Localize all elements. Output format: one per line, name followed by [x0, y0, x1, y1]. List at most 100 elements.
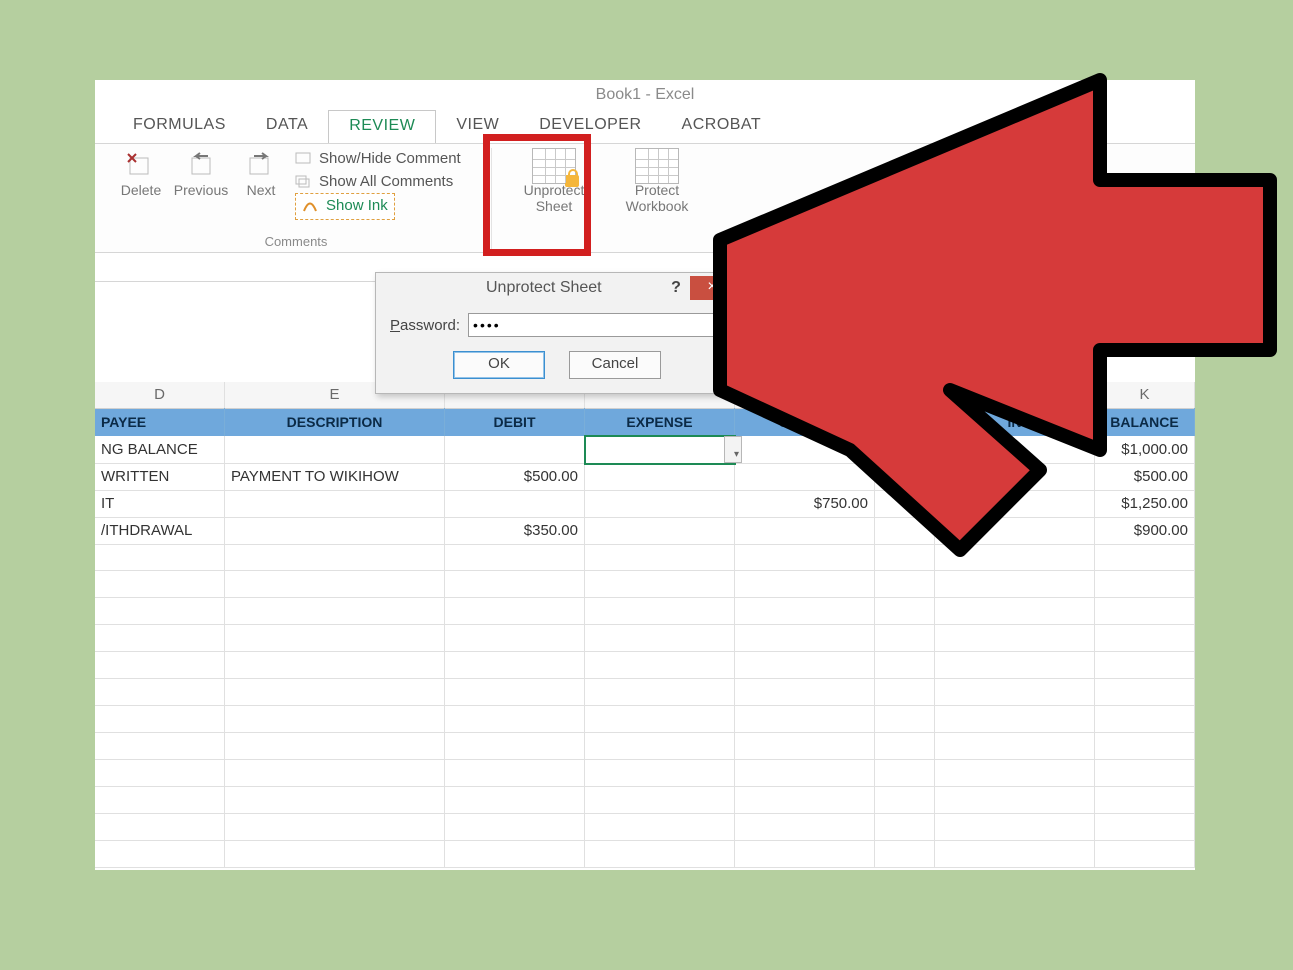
cell[interactable]: IT	[95, 490, 225, 518]
table-row	[95, 814, 1195, 841]
delete-icon	[126, 150, 156, 182]
table-row	[95, 571, 1195, 598]
hdr-debit[interactable]: DEBIT	[445, 408, 585, 436]
cell[interactable]: $1,250.00	[1095, 490, 1195, 518]
show-all-label: Show All Comments	[319, 171, 453, 194]
hdr-balance[interactable]: BALANCE	[1095, 408, 1195, 436]
table-row	[95, 787, 1195, 814]
col-K[interactable]: K	[1095, 382, 1195, 409]
hdr-credit[interactable]: CREDIT	[735, 408, 875, 436]
delete-comment-button[interactable]: Delete	[111, 148, 171, 220]
comment-toggle-icon	[295, 152, 313, 166]
show-hide-label: Show/Hide Comment	[319, 148, 461, 171]
cell[interactable]	[445, 490, 585, 518]
cell[interactable]	[735, 463, 875, 491]
cell[interactable]	[935, 436, 1095, 464]
table-row: WRITTEN PAYMENT TO WIKIHOW $500.00 $500.…	[95, 463, 1195, 490]
cell[interactable]	[875, 436, 935, 464]
table-row	[95, 544, 1195, 571]
window-title: Book1 - Excel	[95, 80, 1195, 104]
cell[interactable]: $500.00	[1095, 463, 1195, 491]
show-hide-comment-button[interactable]: Show/Hide Comment	[295, 148, 461, 171]
ink-icon	[302, 199, 320, 213]
table-row	[95, 760, 1195, 787]
cell[interactable]: /ITHDRAWAL	[95, 517, 225, 545]
dialog-title: Unprotect Sheet	[486, 279, 602, 297]
tab-review[interactable]: REVIEW	[328, 110, 436, 143]
excel-window: Book1 - Excel FORMULAS DATA REVIEW VIEW …	[95, 80, 1195, 870]
unprotect-sheet-dialog: Unprotect Sheet ? × PPassword:assword: O…	[375, 272, 739, 394]
table-row	[95, 679, 1195, 706]
cell[interactable]: PAYMENT TO WIKIHOW	[225, 463, 445, 491]
cell[interactable]	[225, 490, 445, 518]
show-all-comments-button[interactable]: Show All Comments	[295, 171, 461, 194]
hdr-description[interactable]: DESCRIPTION	[225, 408, 445, 436]
table-row	[95, 652, 1195, 679]
password-input[interactable]	[468, 313, 724, 337]
cell[interactable]: $500.00	[445, 463, 585, 491]
col-D[interactable]: D	[95, 382, 225, 409]
cell[interactable]: $350.00	[445, 517, 585, 545]
next-label: Next	[247, 182, 276, 198]
delete-label: Delete	[121, 182, 161, 198]
cell[interactable]	[735, 517, 875, 545]
table-header-row: PAYEE DESCRIPTION DEBIT EXPENSE CREDIT I…	[95, 408, 1195, 436]
cell[interactable]	[935, 463, 1095, 491]
selected-cell[interactable]	[585, 436, 735, 464]
hdr-payee[interactable]: PAYEE	[95, 408, 225, 436]
dialog-help-button[interactable]: ?	[662, 279, 690, 297]
arrow-right-icon	[246, 150, 276, 182]
cell[interactable]	[585, 517, 735, 545]
cell[interactable]	[225, 517, 445, 545]
table-rows: NG BALANCE $1,000.00 WRITTEN PAYMENT TO …	[95, 436, 1195, 868]
cell[interactable]	[735, 436, 875, 464]
cancel-button[interactable]: Cancel	[569, 351, 661, 379]
password-label: PPassword:assword:	[390, 317, 460, 334]
hdr-blank[interactable]	[875, 408, 935, 436]
cell[interactable]	[585, 463, 735, 491]
highlight-box	[483, 134, 591, 256]
cell[interactable]	[875, 517, 935, 545]
previous-comment-button[interactable]: Previous	[171, 148, 231, 220]
table-row	[95, 625, 1195, 652]
col-J[interactable]	[935, 382, 1095, 409]
protect-workbook-button[interactable]: Protect Workbook	[612, 148, 702, 214]
close-icon[interactable]: ×	[690, 276, 734, 300]
protect-workbook-label: Protect Workbook	[612, 182, 702, 214]
cell[interactable]: $1,000.00	[1095, 436, 1195, 464]
table-row	[95, 706, 1195, 733]
cell[interactable]	[585, 490, 735, 518]
hdr-in[interactable]: IN	[935, 408, 1095, 436]
ribbon-tabs: FORMULAS DATA REVIEW VIEW DEVELOPER ACRO…	[95, 110, 1195, 143]
table-row	[95, 733, 1195, 760]
tab-data[interactable]: DATA	[246, 110, 328, 143]
cell[interactable]	[935, 517, 1095, 545]
comments-all-icon	[295, 175, 313, 189]
col-I[interactable]: I	[875, 382, 935, 409]
show-ink-button[interactable]: Show Ink	[295, 193, 461, 220]
cell[interactable]	[875, 463, 935, 491]
cell[interactable]: WRITTEN	[95, 463, 225, 491]
cell[interactable]	[935, 490, 1095, 518]
table-row	[95, 598, 1195, 625]
group-comments: Delete Previous Next	[101, 148, 492, 250]
cell[interactable]: $750.00	[735, 490, 875, 518]
tab-acrobat[interactable]: ACROBAT	[662, 110, 782, 143]
group-comments-label: Comments	[101, 234, 491, 249]
table-row: /ITHDRAWAL $350.00 $900.00	[95, 517, 1195, 544]
cell[interactable]: NG BALANCE	[95, 436, 225, 464]
cell[interactable]	[875, 490, 935, 518]
col-H[interactable]: H	[735, 382, 875, 409]
ok-button[interactable]: OK	[453, 351, 545, 379]
protect-workbook-icon	[635, 150, 679, 182]
cell[interactable]	[445, 436, 585, 464]
hdr-expense[interactable]: EXPENSE	[585, 408, 735, 436]
tab-formulas[interactable]: FORMULAS	[113, 110, 246, 143]
ribbon: Delete Previous Next	[95, 143, 1195, 253]
table-row: NG BALANCE $1,000.00	[95, 436, 1195, 463]
cell[interactable]	[225, 436, 445, 464]
cell[interactable]: $900.00	[1095, 517, 1195, 545]
previous-label: Previous	[174, 182, 228, 198]
table-row	[95, 841, 1195, 868]
next-comment-button[interactable]: Next	[231, 148, 291, 220]
